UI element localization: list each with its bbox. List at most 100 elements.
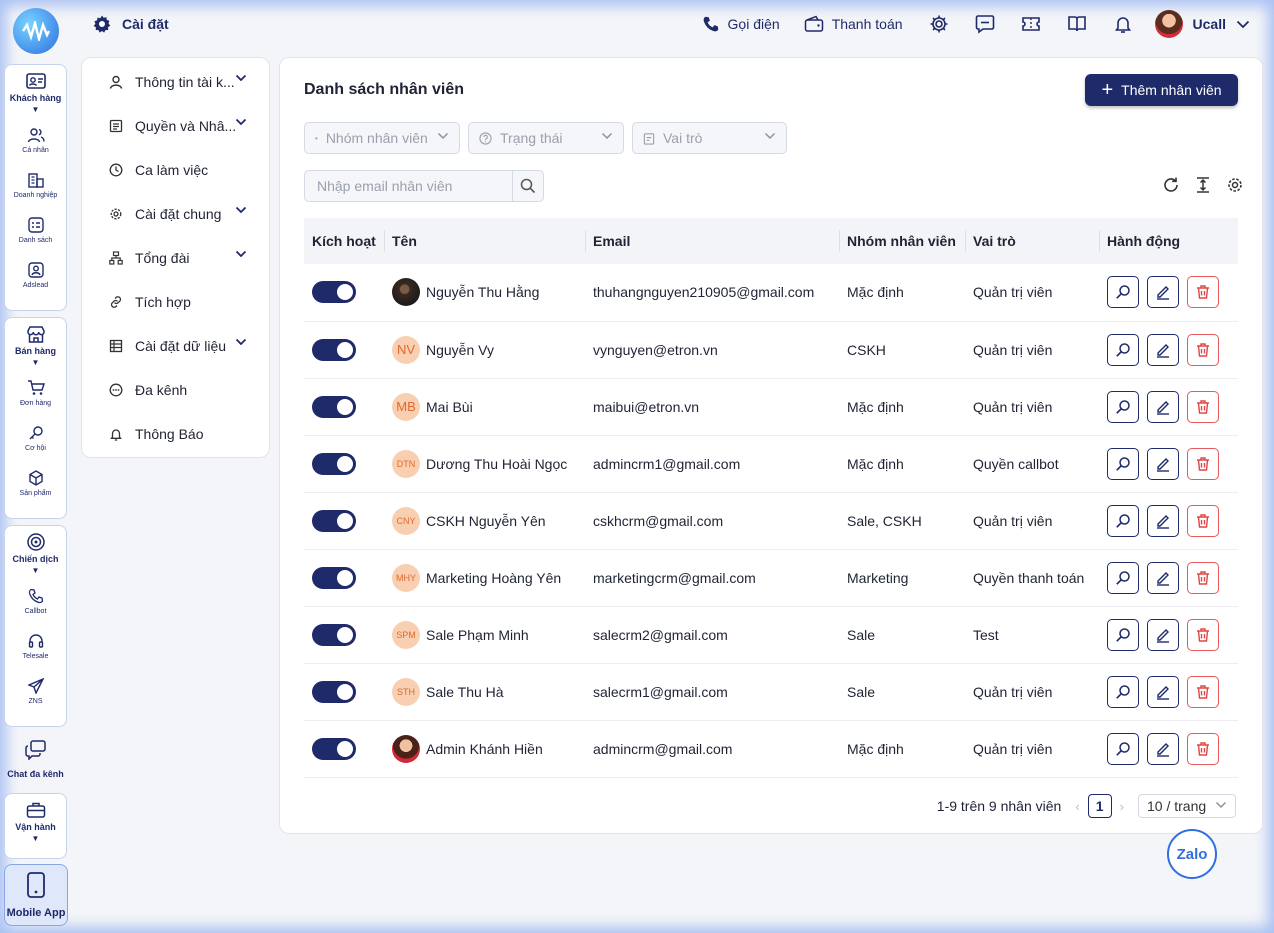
status-filter-select[interactable]: Trạng thái [468,122,624,154]
employee-email: admincrm@gmail.com [593,740,733,757]
search-button[interactable] [512,171,543,201]
active-toggle[interactable] [312,680,356,703]
call-button[interactable]: Gọi điện [702,15,780,33]
caret-down-icon[interactable]: ▼ [5,356,66,370]
col-group[interactable]: Nhóm nhân viên [839,218,965,264]
view-button[interactable] [1107,447,1139,480]
page-size-select[interactable]: 10 / trang [1138,794,1236,818]
view-button[interactable] [1107,333,1139,366]
delete-button[interactable] [1187,732,1219,765]
view-button[interactable] [1107,561,1139,594]
view-button[interactable] [1107,732,1139,765]
menu-item-data-settings[interactable]: Cài đặt dữ liệu [82,324,269,368]
menu-item-general-settings[interactable]: Cài đặt chung [82,192,269,236]
chevron-right-icon[interactable]: › [1120,799,1124,814]
view-button[interactable] [1107,504,1139,537]
delete-button[interactable] [1187,276,1219,309]
col-role[interactable]: Vai trò [965,218,1099,264]
rail-item-opportunity[interactable]: Cơ hội [5,415,66,460]
edit-button[interactable] [1147,276,1179,309]
zalo-chat-button[interactable]: Zalo [1167,829,1217,879]
col-active[interactable]: Kích hoạt [304,218,384,264]
caret-down-icon[interactable]: ▼ [5,564,66,578]
email-search-input[interactable] [305,171,513,201]
menu-item-multichannel[interactable]: Đa kênh [82,368,269,412]
delete-button[interactable] [1187,675,1219,708]
col-name[interactable]: Tên [384,218,585,264]
rail-mobile-app[interactable]: Mobile App [4,864,68,926]
cell-email: marketingcrm@gmail.com [585,549,839,607]
rail-item-telesale[interactable]: Telesale [5,623,66,668]
rail-item-personal[interactable]: Cá nhân [5,117,66,162]
bell-icon[interactable] [1113,14,1133,34]
edit-button[interactable] [1147,675,1179,708]
pencil-icon [1155,284,1171,300]
delete-button[interactable] [1187,390,1219,423]
rail-group-customers-header[interactable]: Khách hàng [5,65,66,103]
delete-button[interactable] [1187,447,1219,480]
add-employee-button[interactable]: + Thêm nhân viên [1085,74,1238,106]
group-filter-select[interactable]: • Nhóm nhân viên [304,122,460,154]
rail-item-business[interactable]: Doanh nghiệp [5,162,66,207]
settings-icon[interactable] [1226,176,1244,194]
menu-item-integrations[interactable]: Tích hợp [82,280,269,324]
active-toggle[interactable] [312,281,356,304]
edit-button[interactable] [1147,561,1179,594]
view-button[interactable] [1107,390,1139,423]
edit-button[interactable] [1147,504,1179,537]
column-height-icon[interactable] [1194,176,1212,194]
payment-button[interactable]: Thanh toán [804,15,903,33]
edit-button[interactable] [1147,618,1179,651]
view-button[interactable] [1107,675,1139,708]
menu-item-shifts[interactable]: Ca làm việc [82,148,269,192]
delete-button[interactable] [1187,504,1219,537]
view-button[interactable] [1107,618,1139,651]
active-toggle[interactable] [312,338,356,361]
logo-icon[interactable] [13,8,59,54]
menu-item-switchboard[interactable]: Tổng đài [82,236,269,280]
edit-button[interactable] [1147,333,1179,366]
edit-button[interactable] [1147,732,1179,765]
settings-icon[interactable] [929,14,949,34]
active-toggle[interactable] [312,395,356,418]
menu-item-notifications[interactable]: Thông Báo [82,412,269,456]
message-icon[interactable] [975,14,995,34]
user-menu[interactable]: Ucall [1154,10,1250,38]
edit-button[interactable] [1147,447,1179,480]
role-filter-select[interactable]: Vai trò [632,122,787,154]
chevron-left-icon[interactable]: ‹ [1075,799,1079,814]
active-toggle[interactable] [312,623,356,646]
col-separator [965,230,966,252]
refresh-icon[interactable] [1162,176,1180,194]
rail-item-orders[interactable]: Đơn hàng [5,370,66,415]
active-toggle[interactable] [312,452,356,475]
delete-button[interactable] [1187,561,1219,594]
rail-item-callbot[interactable]: Callbot [5,578,66,623]
rail-item-list[interactable]: Danh sách [5,207,66,252]
rail-item-zns[interactable]: ZNS [5,668,66,713]
rail-group-operations-header[interactable]: Vận hành [5,794,66,832]
active-toggle[interactable] [312,509,356,532]
ticket-icon[interactable] [1021,14,1041,34]
delete-button[interactable] [1187,333,1219,366]
menu-item-permissions[interactable]: Quyền và Nhâ... [82,104,269,148]
delete-button[interactable] [1187,618,1219,651]
rail-item-adslead[interactable]: Adslead [5,252,66,297]
caret-down-icon[interactable]: ▼ [5,103,66,117]
caret-down-icon[interactable]: ▼ [5,832,66,846]
book-icon[interactable] [1067,14,1087,34]
active-toggle[interactable] [312,566,356,589]
rail-group-sales-header[interactable]: Bán hàng [5,318,66,356]
cell-group: CSKH [839,321,965,379]
rail-item-products[interactable]: Sản phẩm [5,460,66,505]
active-toggle[interactable] [312,737,356,760]
cell-email: admincrm1@gmail.com [585,435,839,493]
edit-button[interactable] [1147,390,1179,423]
avatar: DTN [392,449,420,478]
view-button[interactable] [1107,276,1139,309]
rail-chat[interactable]: Chat đa kênh [4,740,67,779]
page-1-button[interactable]: 1 [1087,794,1112,818]
col-email[interactable]: Email [585,218,839,264]
rail-group-campaigns-header[interactable]: Chiến dịch [5,526,66,564]
menu-item-account-info[interactable]: Thông tin tài k... [82,60,269,104]
